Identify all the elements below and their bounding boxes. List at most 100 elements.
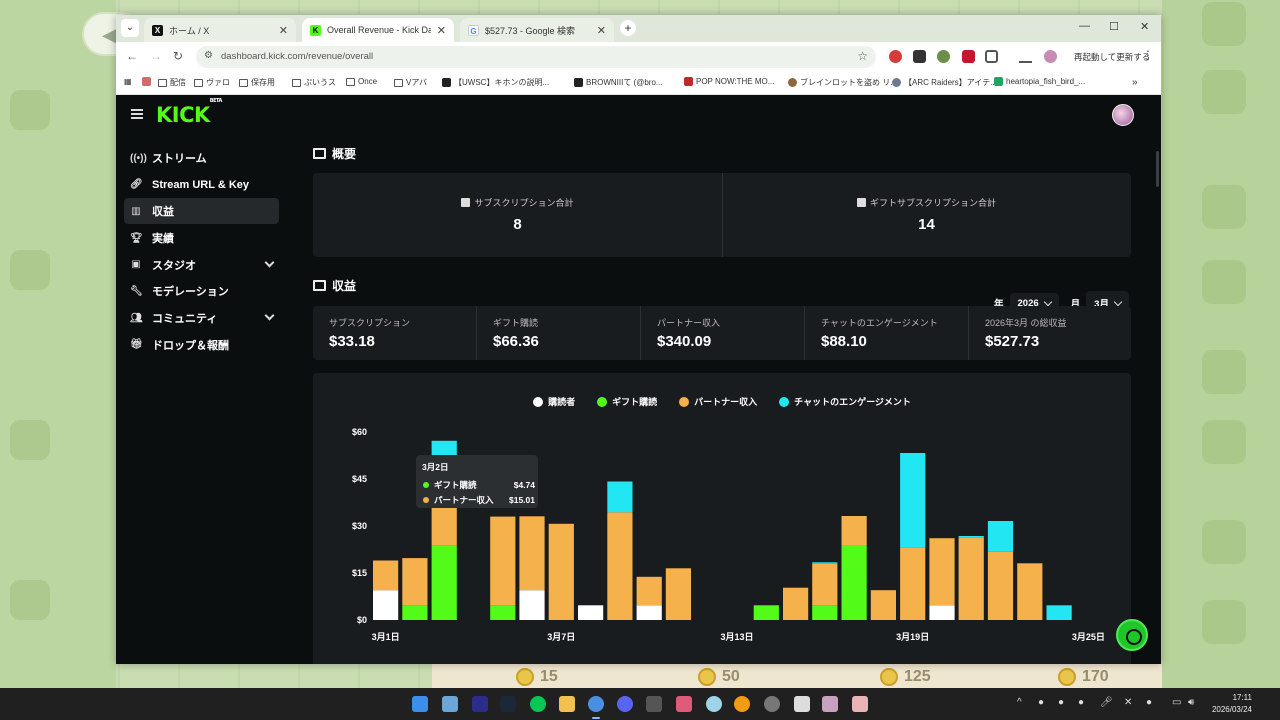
bar-segment[interactable] xyxy=(870,590,896,620)
close-icon[interactable]: ✕ xyxy=(597,24,606,37)
app-icon[interactable] xyxy=(822,696,838,712)
bookmark-folder[interactable]: ぷいうス xyxy=(292,77,336,88)
line-icon[interactable] xyxy=(530,696,546,712)
close-window-icon[interactable]: ✕ xyxy=(1140,20,1149,33)
close-icon[interactable]: ✕ xyxy=(437,24,446,37)
bar-segment[interactable] xyxy=(812,563,838,606)
help-chat-button[interactable] xyxy=(1116,619,1148,651)
bar-segment[interactable] xyxy=(607,512,633,620)
bar-segment[interactable] xyxy=(519,590,545,620)
chevron-down-icon[interactable] xyxy=(264,310,275,321)
chrome-icon[interactable] xyxy=(588,696,604,712)
bookmark-item[interactable]: heartopia_fish_bird_... xyxy=(994,77,1085,86)
bar-segment[interactable] xyxy=(783,587,809,620)
profile-avatar-icon[interactable] xyxy=(1044,50,1057,63)
bar-segment[interactable] xyxy=(519,516,545,591)
tray-icon[interactable]: ● xyxy=(1058,697,1064,708)
bar-segment[interactable] xyxy=(987,551,1014,620)
extension-icon[interactable] xyxy=(913,50,926,63)
sidebar-item-studio[interactable]: ▣ スタジオ xyxy=(124,252,279,278)
bar-segment[interactable] xyxy=(958,537,984,620)
bar-segment[interactable] xyxy=(841,516,867,546)
app-icon[interactable] xyxy=(852,696,868,712)
app-icon[interactable] xyxy=(472,696,488,712)
steam-icon[interactable] xyxy=(500,696,516,712)
bar-segment[interactable] xyxy=(490,516,516,606)
bookmark-folder[interactable]: Vアバ xyxy=(394,77,427,88)
bookmark-item[interactable] xyxy=(142,77,151,86)
bar-segment[interactable] xyxy=(958,536,984,538)
bookmark-item[interactable]: 【ARC Raiders】アイテ... xyxy=(892,77,997,88)
maximize-icon[interactable]: ☐ xyxy=(1109,20,1119,33)
bar-segment[interactable] xyxy=(1017,563,1043,620)
bar-segment[interactable] xyxy=(607,481,633,513)
sidebar-item-stream-url-key[interactable]: 🔗︎ Stream URL & Key xyxy=(124,172,279,198)
bar-segment[interactable] xyxy=(841,545,867,620)
sidebar-item-stream[interactable]: ((•)) ストリーム xyxy=(124,145,279,171)
bar-segment[interactable] xyxy=(812,562,838,564)
network-icon[interactable]: ▭ xyxy=(1172,697,1181,708)
bar-segment[interactable] xyxy=(753,605,779,620)
bookmark-item[interactable]: 【UWSC】キホンの説明... xyxy=(442,77,549,88)
bookmark-folder[interactable]: 保存用 xyxy=(239,77,275,88)
tab-search-button[interactable]: ⌄ xyxy=(121,19,139,37)
download-icon[interactable] xyxy=(1019,50,1032,63)
tray-icon[interactable]: ● xyxy=(1038,697,1044,708)
new-tab-button[interactable]: + xyxy=(620,20,636,36)
app-icon[interactable] xyxy=(706,696,722,712)
bar-segment[interactable] xyxy=(636,605,662,620)
sidebar-item-revenue[interactable]: ▥ 収益 xyxy=(124,198,279,225)
user-avatar[interactable] xyxy=(1112,104,1134,126)
bookmark-item[interactable]: ブレインロットを盗め リ... xyxy=(788,77,897,88)
chevron-down-icon[interactable] xyxy=(264,257,275,268)
tab-google[interactable]: G $527.73 - Google 検索 ✕ xyxy=(460,18,614,42)
more-menu-icon[interactable]: ⋮ xyxy=(1142,48,1154,62)
back-icon[interactable]: ← xyxy=(126,49,138,63)
bar-segment[interactable] xyxy=(636,576,662,606)
app-icon[interactable] xyxy=(646,696,662,712)
more-bookmarks-icon[interactable]: » xyxy=(1132,77,1138,88)
bar-segment[interactable] xyxy=(373,590,399,620)
tray-icon[interactable]: ● xyxy=(1078,697,1084,708)
apps-icon[interactable]: ▦ xyxy=(124,77,132,86)
clock[interactable]: 17:11 2026/03/24 xyxy=(1208,692,1252,716)
extension-icon[interactable] xyxy=(962,50,975,63)
bar-segment[interactable] xyxy=(373,560,399,591)
tab-kick-dashboard[interactable]: K Overall Revenue - Kick Dashboard ✕ xyxy=(302,18,454,42)
bar-segment[interactable] xyxy=(578,605,604,620)
bar-segment[interactable] xyxy=(665,568,691,620)
start-icon[interactable] xyxy=(412,696,428,712)
bookmark-item[interactable]: BROWNIIIて (@bro... xyxy=(574,77,663,88)
sidebar-item-drops-rewards[interactable]: 🎁︎ ドロップ＆報酬 xyxy=(124,332,279,358)
microphone-icon[interactable]: 🎤︎ xyxy=(1100,697,1113,708)
folder-icon[interactable] xyxy=(559,696,575,712)
tray-icon[interactable]: ● xyxy=(1146,697,1152,708)
bookmark-folder[interactable]: 配信 xyxy=(158,77,186,88)
minimize-icon[interactable]: — xyxy=(1079,20,1090,32)
reload-icon[interactable]: ↻ xyxy=(173,49,183,63)
bookmark-folder[interactable]: ヴァロ xyxy=(194,77,230,88)
puzzle-icon[interactable] xyxy=(985,50,998,63)
bar-segment[interactable] xyxy=(490,605,516,620)
close-icon[interactable]: ✕ xyxy=(279,24,288,37)
site-info-icon[interactable]: ⚙ xyxy=(204,50,213,61)
volume-icon[interactable]: 🔊︎ xyxy=(1188,697,1194,708)
bar-segment[interactable] xyxy=(929,605,955,620)
app-icon[interactable] xyxy=(764,696,780,712)
tab-x[interactable]: X ホーム / X ✕ xyxy=(144,18,296,42)
extension-icon[interactable] xyxy=(937,50,950,63)
bar-segment[interactable] xyxy=(402,558,428,606)
address-bar[interactable]: ⚙ dashboard.kick.com/revenue/overall ☆ xyxy=(196,46,876,68)
discord-icon[interactable] xyxy=(617,696,633,712)
kick-logo[interactable]: KICKBETA xyxy=(156,98,222,127)
forward-icon[interactable]: → xyxy=(150,49,162,63)
bookmark-item[interactable]: POP NOW:THE MO... xyxy=(684,77,774,86)
sidebar-item-moderation[interactable]: 🔧︎ モデレーション xyxy=(124,278,279,304)
bar-segment[interactable] xyxy=(1046,605,1072,620)
bar-segment[interactable] xyxy=(548,523,574,620)
hamburger-menu-icon[interactable] xyxy=(131,109,143,119)
app-icon[interactable] xyxy=(794,696,810,712)
bar-segment[interactable] xyxy=(402,605,428,620)
tray-icon[interactable]: ✕ xyxy=(1124,697,1132,708)
app-icon[interactable] xyxy=(676,696,692,712)
